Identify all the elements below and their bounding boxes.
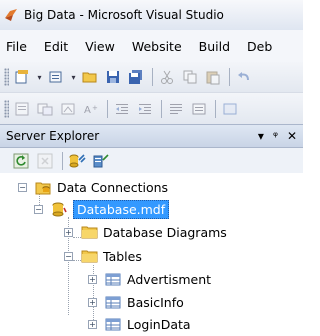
complete-word-icon[interactable]: A + xyxy=(82,100,100,118)
menu-edit[interactable]: Edit xyxy=(44,39,68,54)
folder-icon xyxy=(81,225,98,240)
cut-icon[interactable] xyxy=(158,68,176,86)
parameter-info-icon[interactable] xyxy=(36,100,54,118)
toolbar-separator xyxy=(229,68,230,86)
server-explorer-title: Server Explorer xyxy=(6,129,100,143)
tree-label: LoginData xyxy=(127,316,191,332)
display-object-list-icon[interactable] xyxy=(13,100,31,118)
svg-text:A: A xyxy=(84,105,91,116)
standard-toolbar: ▾ ▾ xyxy=(0,62,303,93)
server-explorer-tree: − Data Connections − Database.mdf + Data… xyxy=(0,173,303,336)
tree-node-table-advertisment[interactable]: + Advertisment xyxy=(88,269,211,289)
undo-icon[interactable] xyxy=(235,68,253,86)
svg-text:+: + xyxy=(92,104,98,112)
text-editor-toolbar: A + xyxy=(0,93,303,124)
window-title-bar: Big Data - Microsoft Visual Studio xyxy=(0,0,303,30)
server-explorer-header: Server Explorer ▾ ᵠ ✕ xyxy=(0,124,303,148)
table-icon xyxy=(105,295,122,310)
server-explorer-toolbar xyxy=(0,148,303,173)
collapse-toggle[interactable]: − xyxy=(18,182,27,192)
toolbar-separator xyxy=(161,99,162,118)
menu-file[interactable]: File xyxy=(6,39,27,54)
expand-toggle[interactable]: + xyxy=(88,297,97,307)
connect-to-database-icon[interactable] xyxy=(68,152,86,170)
dropdown-arrow-icon[interactable]: ▾ xyxy=(70,68,77,86)
close-icon[interactable]: ✕ xyxy=(287,128,297,144)
toolbar-grip[interactable] xyxy=(4,68,9,86)
save-all-icon[interactable] xyxy=(127,68,145,86)
comment-out-icon[interactable] xyxy=(167,100,185,118)
window-title: Big Data - Microsoft Visual Studio xyxy=(24,8,224,22)
visual-studio-icon xyxy=(5,9,17,21)
menu-debug[interactable]: Deb xyxy=(247,39,272,54)
menu-website[interactable]: Website xyxy=(132,39,182,54)
data-connections-icon xyxy=(35,180,52,195)
add-item-icon[interactable] xyxy=(47,68,65,86)
menu-build[interactable]: Build xyxy=(199,39,230,54)
quick-info-icon[interactable] xyxy=(59,100,77,118)
copy-icon[interactable] xyxy=(181,68,199,86)
toolbar-separator xyxy=(215,99,216,118)
bookmark-icon[interactable] xyxy=(221,100,239,118)
folder-icon xyxy=(81,249,98,264)
toolbar-separator xyxy=(107,99,108,118)
tree-node-tables[interactable]: − Tables xyxy=(64,246,142,266)
tree-node-database-diagrams[interactable]: + Database Diagrams xyxy=(64,222,227,242)
menu-view[interactable]: View xyxy=(85,39,115,54)
refresh-icon[interactable] xyxy=(12,152,30,170)
toolbar-separator xyxy=(152,68,153,86)
save-icon[interactable] xyxy=(104,68,122,86)
stop-icon[interactable] xyxy=(36,152,54,170)
menu-bar: File Edit View Website Build Deb xyxy=(0,30,303,62)
decrease-indent-icon[interactable] xyxy=(113,100,131,118)
tree-label: Tables xyxy=(103,248,142,264)
database-icon xyxy=(51,202,68,217)
increase-indent-icon[interactable] xyxy=(136,100,154,118)
new-project-icon[interactable] xyxy=(13,68,31,86)
table-icon xyxy=(105,272,122,287)
open-folder-icon[interactable] xyxy=(81,68,99,86)
tree-node-database[interactable]: − Database.mdf xyxy=(34,199,170,219)
tree-node-table-basicinfo[interactable]: + BasicInfo xyxy=(88,292,184,312)
tree-label: BasicInfo xyxy=(127,294,184,310)
uncomment-icon[interactable] xyxy=(190,100,208,118)
tree-label: Database Diagrams xyxy=(103,224,227,240)
expand-toggle[interactable]: + xyxy=(88,319,97,329)
toolbar-grip[interactable] xyxy=(4,99,9,118)
collapse-toggle[interactable]: − xyxy=(64,251,73,261)
table-icon xyxy=(105,317,122,332)
tree-label: Data Connections xyxy=(57,179,169,195)
collapse-toggle[interactable]: − xyxy=(34,204,43,214)
dropdown-arrow-icon[interactable]: ▾ xyxy=(36,68,43,86)
connect-to-server-icon[interactable] xyxy=(92,152,110,170)
window-position-dropdown-icon[interactable]: ▾ xyxy=(258,128,264,144)
toolbar-separator xyxy=(62,151,63,170)
expand-toggle[interactable]: + xyxy=(88,274,97,284)
tree-label: Database.mdf xyxy=(73,199,170,219)
paste-icon[interactable] xyxy=(204,68,222,86)
expand-toggle[interactable]: + xyxy=(64,227,73,237)
tree-label: Advertisment xyxy=(127,271,212,287)
auto-hide-pin-icon[interactable]: ᵠ xyxy=(273,128,278,144)
tree-node-data-connections[interactable]: − Data Connections xyxy=(18,177,168,197)
tree-node-table-logindata[interactable]: + LoginData xyxy=(88,314,191,334)
